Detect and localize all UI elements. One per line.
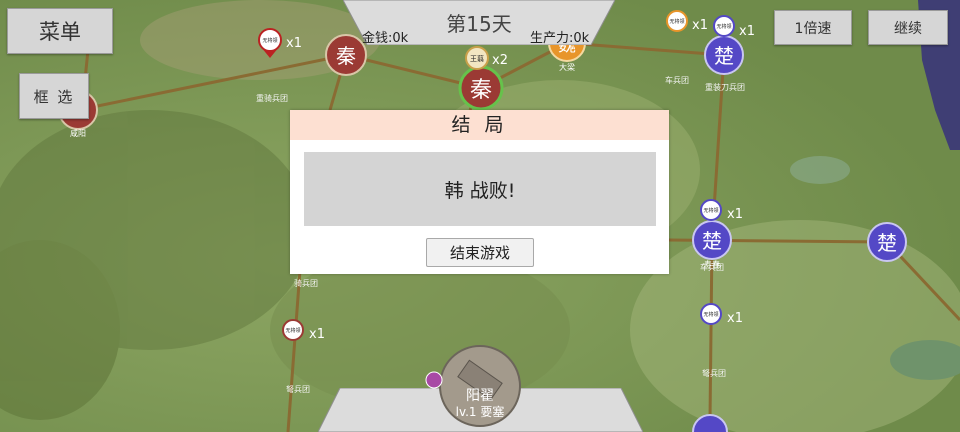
- production-counter: 生产力:0k: [530, 31, 590, 46]
- svg-text:车兵团: 车兵团: [700, 262, 724, 272]
- svg-text:x1: x1: [692, 18, 708, 33]
- svg-text:x1: x1: [727, 311, 743, 326]
- city-qin-3[interactable]: 秦: [458, 65, 504, 111]
- end-game-button[interactable]: 结束游戏: [426, 238, 534, 267]
- city-name: 秦: [470, 78, 492, 103]
- svg-text:x1: x1: [739, 24, 755, 39]
- svg-text:弩兵团: 弩兵团: [286, 384, 310, 394]
- continue-button[interactable]: 继续: [868, 10, 948, 45]
- fort-badge[interactable]: 阳翟 lv.1 要塞: [420, 342, 540, 432]
- fort-level: lv.1 要塞: [456, 404, 505, 419]
- fort-name: 阳翟: [466, 388, 494, 404]
- svg-text:x1: x1: [286, 36, 302, 51]
- svg-text:骑兵团: 骑兵团: [294, 278, 318, 288]
- menu-button[interactable]: 菜单: [7, 8, 113, 54]
- ending-dialog: 结 局 韩 战败! 结束游戏: [290, 110, 669, 274]
- svg-text:车兵团: 车兵团: [665, 75, 689, 85]
- svg-text:x1: x1: [727, 207, 743, 222]
- svg-text:无将领: 无将领: [703, 311, 718, 318]
- city-chu-1[interactable]: 楚: [704, 35, 744, 75]
- svg-text:无将领: 无将领: [703, 207, 718, 214]
- money-counter: 金钱:0k: [362, 31, 409, 46]
- city-sub-label: 大梁: [559, 62, 575, 72]
- svg-text:重装刀兵团: 重装刀兵团: [705, 82, 745, 92]
- svg-text:重骑兵团: 重骑兵团: [256, 93, 288, 103]
- svg-text:无将领: 无将领: [285, 327, 300, 334]
- svg-text:x1: x1: [309, 327, 325, 342]
- city-name: 楚: [714, 44, 734, 68]
- svg-text:无将领: 无将领: [262, 37, 277, 44]
- svg-text:王翦: 王翦: [470, 54, 484, 63]
- city-name: 楚: [877, 231, 897, 255]
- city-name: 楚: [702, 229, 722, 253]
- city-sub-label: 咸阳: [70, 128, 86, 138]
- svg-text:无将领: 无将领: [716, 23, 731, 30]
- dialog-title: 结 局: [290, 110, 669, 140]
- city-chu-3[interactable]: 楚: [867, 222, 907, 262]
- svg-text:无将领: 无将领: [669, 18, 684, 25]
- box-select-button[interactable]: 框 选: [19, 73, 89, 119]
- svg-text:弩兵团: 弩兵团: [702, 368, 726, 378]
- city-name: 秦: [336, 44, 356, 68]
- speed-button[interactable]: 1倍速: [774, 10, 852, 45]
- defeat-message: 韩 战败!: [304, 152, 656, 226]
- svg-text:x2: x2: [492, 53, 508, 68]
